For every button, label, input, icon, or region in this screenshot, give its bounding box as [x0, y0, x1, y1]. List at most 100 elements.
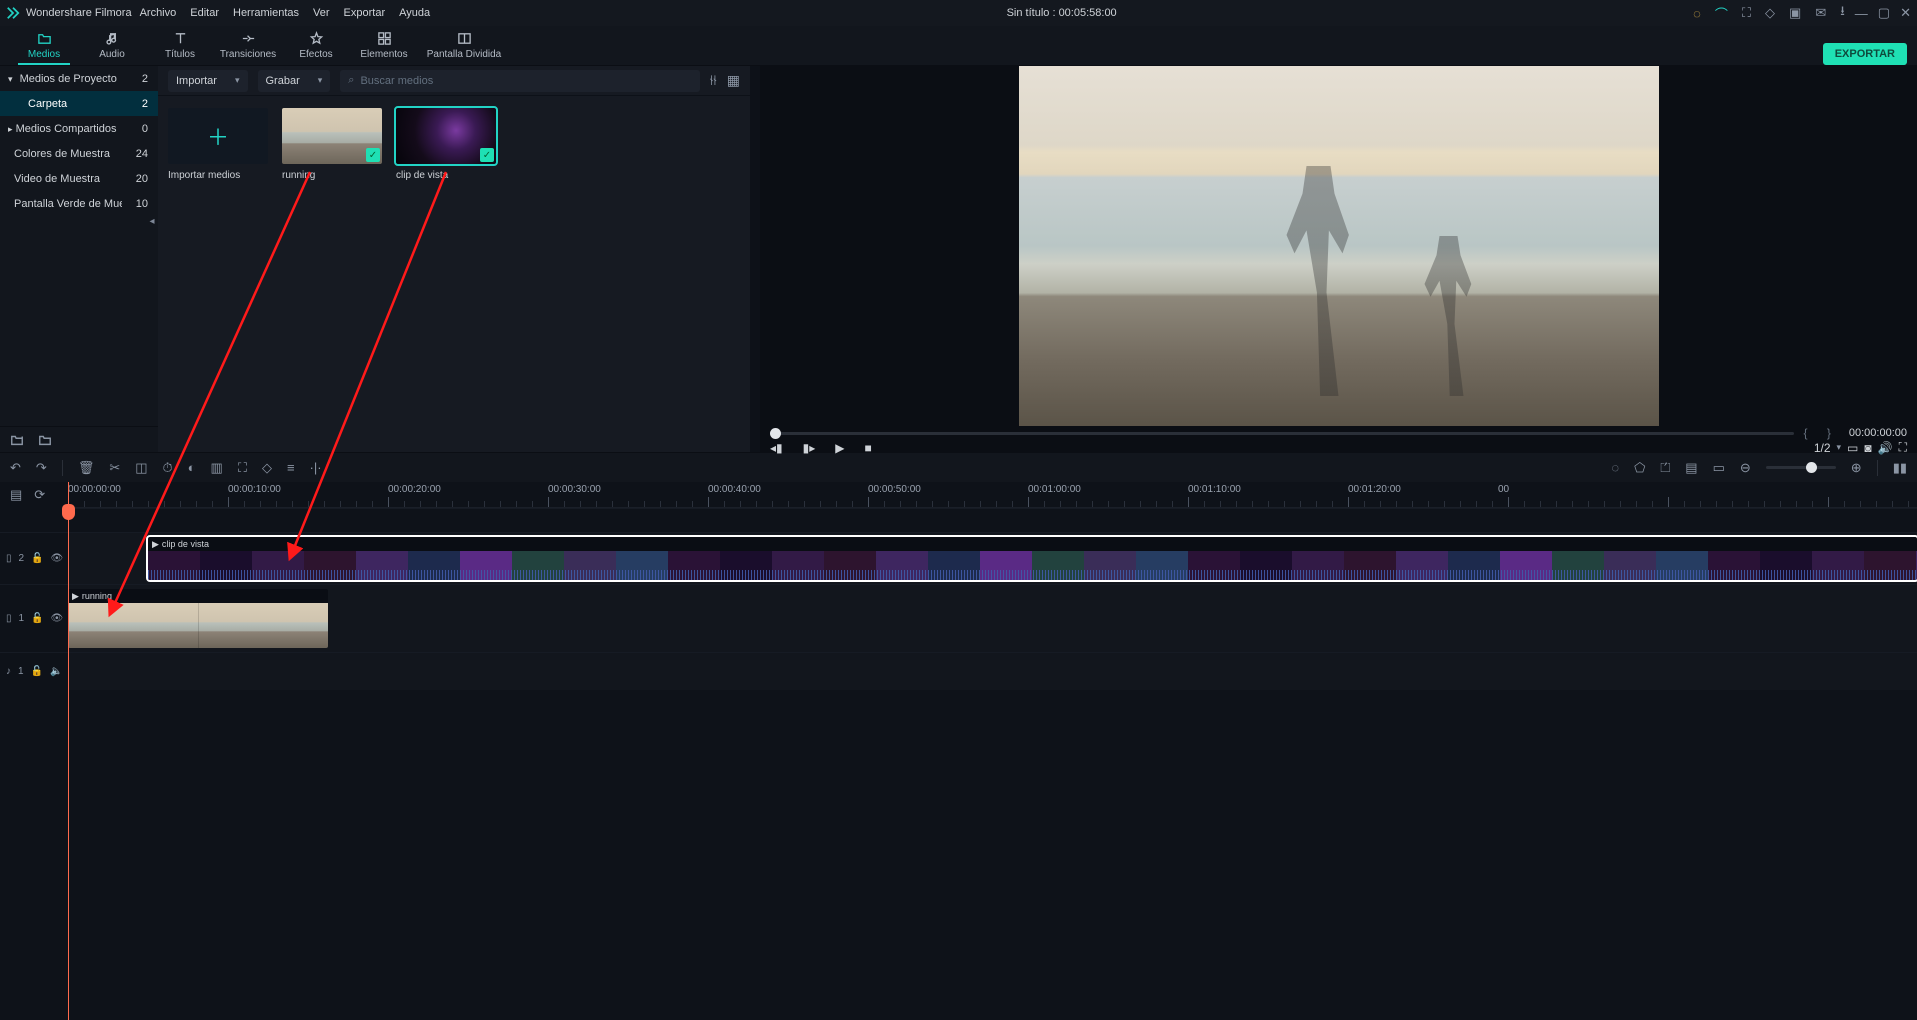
tab-elementos[interactable]: Elementos — [350, 25, 418, 65]
menu-exportar[interactable]: Exportar — [344, 7, 386, 19]
download-icon[interactable]: ⭳ — [1840, 2, 1845, 24]
menu-herramientas[interactable]: Herramientas — [233, 7, 299, 19]
mark-in-out-icon[interactable]: { } — [1804, 426, 1839, 440]
mixer-icon[interactable]: ◌ — [1611, 460, 1619, 475]
next-frame-button[interactable]: ▮▸ — [803, 441, 816, 455]
green-screen-button[interactable]: ▥ — [211, 460, 223, 476]
stop-button[interactable]: ■ — [865, 441, 872, 455]
undo-button[interactable]: ↶ — [10, 460, 21, 476]
sidebar-item-sample-colors[interactable]: Colores de Muestra 24 — [0, 141, 158, 166]
zoom-slider[interactable] — [1766, 466, 1836, 469]
play-button[interactable]: ▶ — [835, 441, 844, 455]
grid-view-icon[interactable]: ▦ — [727, 72, 740, 89]
eye-icon[interactable]: 👁 — [51, 553, 64, 564]
close-button[interactable]: ✕ — [1900, 5, 1911, 21]
gift-icon[interactable]: ⛶ — [1742, 5, 1751, 21]
sidebar-item-label: Pantalla Verde de Mue — [14, 198, 122, 210]
lock-icon[interactable]: 🔓 — [31, 553, 43, 564]
chevron-down-icon[interactable]: ▾ — [1837, 442, 1842, 453]
import-dropdown[interactable]: Importar — [168, 70, 248, 92]
timeline-ruler[interactable]: 00:00:00:00 00:00:10:00 00:00:20:00 00:0… — [68, 482, 1917, 508]
save-icon[interactable]: ▣ — [1789, 5, 1801, 21]
prev-frame-button[interactable]: ◂▮ — [770, 441, 783, 455]
cut-button[interactable]: ✂ — [109, 460, 120, 476]
minimize-button[interactable]: — — [1855, 6, 1868, 21]
color-button[interactable]: ◐ — [188, 460, 196, 475]
tab-efectos[interactable]: Efectos — [282, 25, 350, 65]
account-icon[interactable]: ◇ — [1765, 5, 1775, 21]
timeline-toolbar: ↶ ↷ 🗑 ✂ ◫ ⏱ ◐ ▥ ⛶ ◇ ≡ ·|· ◌ ⬠ ⏍ ▤ ▭ ⊖ ⊕ … — [0, 452, 1917, 482]
filter-icon[interactable]: ⫮⫮ — [710, 72, 717, 89]
track-lane[interactable]: ▶clip de vista — [68, 533, 1917, 584]
speaker-icon[interactable]: 🔈 — [50, 666, 62, 677]
fullscreen-icon[interactable]: ⛶ — [1899, 440, 1907, 455]
detach-audio-button[interactable]: ⛶ — [238, 460, 247, 476]
sidebar-item-project-media[interactable]: ▾ Medios de Proyecto 2 — [0, 66, 158, 91]
tile-caption: Importar medios — [168, 170, 268, 181]
checkmark-icon: ✓ — [366, 148, 380, 162]
volume-icon[interactable]: 🔊 — [1878, 441, 1893, 455]
tab-audio[interactable]: Audio — [78, 25, 146, 65]
delete-button[interactable]: 🗑 — [78, 460, 95, 476]
media-grid: ＋ Importar medios ✓ running ✓ clip de vi… — [158, 96, 750, 452]
search-input[interactable]: ⌕ Buscar medios — [340, 70, 699, 92]
menu-ver[interactable]: Ver — [313, 7, 330, 19]
render-icon[interactable]: ▭ — [1713, 460, 1725, 476]
marker-icon[interactable]: ⬠ — [1634, 460, 1645, 476]
timeline: ▤ ⟳ 00:00:00:00 00:00:10:00 00:00:20:00 … — [0, 482, 1917, 1020]
lock-icon[interactable]: 🔓 — [31, 666, 43, 677]
speed-button[interactable]: ⏱ — [163, 460, 173, 476]
collapse-sidebar-icon[interactable]: ◂ — [146, 216, 158, 227]
media-clip-vista[interactable]: ✓ clip de vista — [396, 108, 496, 181]
snapshot-icon[interactable]: ◙ — [1864, 441, 1871, 455]
zoom-handle[interactable] — [1806, 462, 1817, 473]
tab-titulos[interactable]: Títulos — [146, 25, 214, 65]
magnet-icon[interactable]: ⟳ — [34, 487, 45, 503]
tab-label: Efectos — [299, 49, 332, 60]
new-folder-icon[interactable] — [10, 433, 24, 447]
timeline-clip-running[interactable]: ▶running — [68, 589, 328, 648]
tab-label: Medios — [28, 49, 60, 60]
tab-medios[interactable]: Medios — [10, 25, 78, 65]
menu-editar[interactable]: Editar — [190, 7, 219, 19]
timeline-options-icon[interactable]: ▤ — [10, 487, 22, 503]
sidebar-item-shared[interactable]: ▸ Medios Compartidos 0 — [0, 116, 158, 141]
scrubber-handle[interactable] — [770, 428, 781, 439]
preview-image — [1019, 66, 1659, 426]
tab-transiciones[interactable]: Transiciones — [214, 25, 282, 65]
zoom-out-button[interactable]: ⊖ — [1740, 460, 1751, 476]
folder-icon[interactable] — [38, 433, 52, 447]
tile-caption: clip de vista — [396, 170, 496, 181]
preview-scrubber[interactable] — [770, 432, 1794, 435]
track-lane[interactable]: ▶running — [68, 585, 1917, 652]
audio-sync-button[interactable]: ·|· — [310, 460, 322, 475]
adjust-button[interactable]: ≡ — [287, 460, 295, 475]
display-icon[interactable]: ▭ — [1847, 441, 1858, 455]
tab-pantalla-dividida[interactable]: Pantalla Dividida — [418, 25, 510, 65]
maximize-button[interactable]: ▢ — [1878, 5, 1890, 21]
record-dropdown[interactable]: Grabar — [258, 70, 331, 92]
export-button[interactable]: EXPORTAR — [1823, 43, 1907, 65]
fit-timeline-button[interactable]: ▮▮ — [1893, 460, 1907, 476]
lock-icon[interactable]: 🔓 — [31, 613, 43, 624]
menu-ayuda[interactable]: Ayuda — [399, 7, 430, 19]
eye-icon[interactable]: 👁 — [51, 613, 64, 624]
crop-button[interactable]: ◫ — [135, 460, 147, 476]
sidebar-item-carpeta[interactable]: Carpeta 2 — [0, 91, 158, 116]
sidebar-item-green-screen[interactable]: Pantalla Verde de Mue 10 — [0, 191, 158, 216]
menu-archivo[interactable]: Archivo — [140, 7, 177, 19]
keyframe-button[interactable]: ◇ — [262, 460, 272, 476]
track-lane[interactable] — [68, 653, 1917, 690]
redo-button[interactable]: ↷ — [36, 460, 47, 476]
media-clip-running[interactable]: ✓ running — [282, 108, 382, 181]
mic-icon[interactable]: ⏍ — [1660, 460, 1670, 476]
voice-icon[interactable]: ▤ — [1685, 460, 1697, 476]
playhead[interactable] — [68, 482, 69, 1020]
mail-icon[interactable]: ✉ — [1815, 5, 1826, 21]
zoom-in-button[interactable]: ⊕ — [1851, 460, 1862, 476]
import-media-tile[interactable]: ＋ Importar medios — [168, 108, 268, 181]
timeline-clip-vista[interactable]: ▶clip de vista — [148, 537, 1917, 580]
tips-icon[interactable]: ◌ — [1693, 6, 1701, 21]
sidebar-item-sample-video[interactable]: Video de Muestra 20 — [0, 166, 158, 191]
headphones-icon[interactable]: ⌒ — [1715, 4, 1728, 23]
